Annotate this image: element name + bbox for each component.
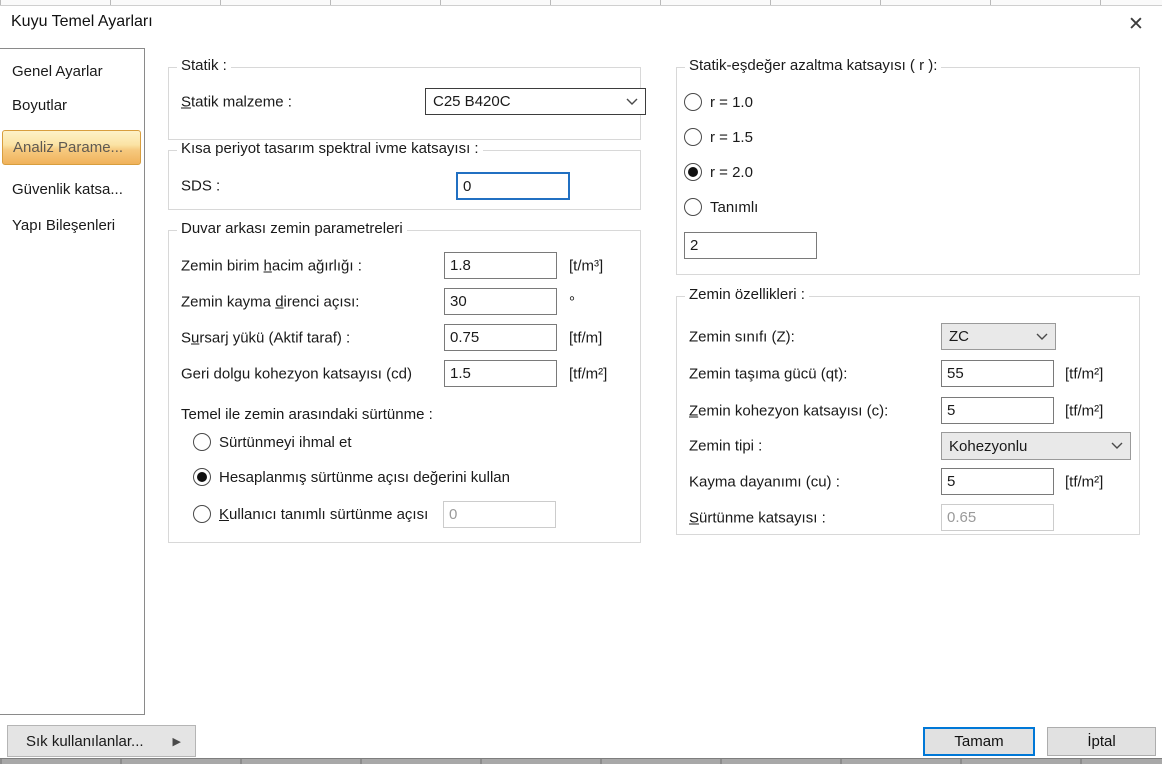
submenu-arrow-icon: ▶	[172, 735, 181, 748]
radio-kullanici-tanimli-surtunme[interactable]: Kullanıcı tanımlı sürtünme açısı	[193, 503, 428, 525]
radio-r-1-0[interactable]: r = 1.0	[684, 91, 753, 113]
dialog-title: Kuyu Temel Ayarları	[11, 13, 153, 30]
radio-hesaplanmis-surtunme[interactable]: Hesaplanmış sürtünme açısı değerini kull…	[193, 466, 510, 488]
sidebar-item-analiz-parametreleri[interactable]: Analiz Parame...	[2, 130, 141, 165]
sidebar-item-genel-ayarlar[interactable]: Genel Ayarlar	[2, 55, 141, 89]
radio-label: Hesaplanmış sürtünme açısı değerini kull…	[219, 468, 510, 486]
cancel-button-label: İptal	[1087, 733, 1116, 750]
radio-label: Tanımlı	[710, 198, 759, 216]
sursarj-yuku-unit: [tf/m]	[569, 329, 603, 346]
geri-dolgu-kohezyon-label: Geri dolgu kohezyon katsayısı (cd)	[181, 365, 412, 382]
kayma-direnci-acisi-label: Zemin kayma direnci açısı:	[181, 293, 360, 310]
kayma-dayanimi-label: Kayma dayanımı (cu) :	[689, 473, 840, 490]
group-zemin-legend: Zemin özellikleri :	[685, 286, 809, 303]
group-sds: Kısa periyot tasarım spektral ivme katsa…	[168, 140, 641, 210]
kayma-dayanimi-input[interactable]	[941, 468, 1054, 495]
statik-malzeme-value: C25 B420C	[433, 93, 511, 110]
zemin-birim-hacim-input[interactable]	[444, 252, 557, 279]
zemin-tipi-value: Kohezyonlu	[949, 437, 1028, 455]
zemin-tasima-gucu-unit: [tf/m²]	[1065, 365, 1104, 382]
geri-dolgu-kohezyon-input[interactable]	[444, 360, 557, 387]
ok-button-label: Tamam	[954, 733, 1004, 750]
group-r-katsayisi: Statik-eşdeğer azaltma katsayısı ( r ): …	[676, 57, 1140, 275]
chevron-down-icon	[1111, 442, 1123, 450]
ok-button[interactable]: Tamam	[923, 727, 1035, 756]
group-duvar-arkasi: Duvar arkası zemin parametreleri Zemin b…	[168, 220, 641, 543]
group-statik-legend: Statik :	[177, 57, 231, 74]
zemin-tipi-label: Zemin tipi :	[689, 437, 763, 454]
kayma-dayanimi-unit: [tf/m²]	[1065, 473, 1104, 490]
dialog-kuyu-temel-ayarlari: Kuyu Temel Ayarları ✕ Genel Ayarlar Boyu…	[0, 0, 1162, 764]
zemin-kohezyon-input[interactable]	[941, 397, 1054, 424]
zemin-tasima-gucu-label: Zemin taşıma gücü (qt):	[689, 365, 848, 382]
zemin-sinifi-value: ZC	[949, 328, 969, 345]
sursarj-yuku-label: Sursarj yükü (Aktif taraf) :	[181, 329, 351, 346]
radio-icon	[193, 505, 211, 523]
zemin-kohezyon-unit: [tf/m²]	[1065, 402, 1104, 419]
r-tanimli-input[interactable]	[684, 232, 817, 259]
zemin-sinifi-label: Zemin sınıfı (Z):	[689, 328, 795, 345]
chevron-down-icon	[1036, 333, 1048, 341]
sidebar: Genel Ayarlar Boyutlar Analiz Parame... …	[0, 48, 145, 715]
radio-icon	[684, 163, 702, 181]
sidebar-item-guvenlik-katsayilari[interactable]: Güvenlik katsa...	[2, 173, 141, 207]
sidebar-item-boyutlar[interactable]: Boyutlar	[2, 89, 141, 123]
radio-icon	[193, 468, 211, 486]
chevron-down-icon	[626, 98, 638, 106]
sds-input[interactable]	[456, 172, 570, 200]
sidebar-item-yapi-bilesenleri[interactable]: Yapı Bileşenleri	[2, 209, 141, 243]
favorites-button-label: Sık kullanılanlar...	[26, 732, 144, 750]
radio-r-2-0[interactable]: r = 2.0	[684, 161, 753, 183]
background-grid-top	[0, 0, 1162, 6]
group-r-legend: Statik-eşdeğer azaltma katsayısı ( r ):	[685, 57, 942, 74]
radio-label: r = 1.0	[710, 93, 753, 111]
group-sds-legend: Kısa periyot tasarım spektral ivme katsa…	[177, 140, 483, 157]
radio-icon	[684, 93, 702, 111]
radio-surtunmeyi-ihmal-et[interactable]: Sürtünmeyi ihmal et	[193, 431, 352, 453]
group-duvar-legend: Duvar arkası zemin parametreleri	[177, 220, 407, 237]
close-icon[interactable]: ✕	[1120, 8, 1152, 40]
zemin-tipi-select[interactable]: Kohezyonlu	[941, 432, 1131, 460]
kullanici-surtunme-input	[443, 501, 556, 528]
radio-icon	[684, 128, 702, 146]
radio-label: Kullanıcı tanımlı sürtünme açısı	[219, 505, 429, 523]
surtunme-katsayisi-label: Sürtünme katsayısı :	[689, 509, 826, 526]
group-zemin-ozellikleri: Zemin özellikleri : Zemin sınıfı (Z): ZC…	[676, 286, 1140, 535]
radio-label: r = 1.5	[710, 128, 753, 146]
radio-icon	[684, 198, 702, 216]
radio-label: r = 2.0	[710, 163, 753, 181]
radio-r-1-5[interactable]: r = 1.5	[684, 126, 753, 148]
zemin-sinifi-select[interactable]: ZC	[941, 323, 1056, 350]
surtunme-katsayisi-input	[941, 504, 1054, 531]
statik-malzeme-select[interactable]: C25 B420C	[425, 88, 646, 115]
geri-dolgu-kohezyon-unit: [tf/m²]	[569, 365, 608, 382]
zemin-kohezyon-label: Zemin kohezyon katsayısı (c):	[689, 402, 889, 419]
temel-surtunme-label: Temel ile zemin arasındaki sürtünme :	[181, 406, 433, 423]
zemin-birim-hacim-unit: [t/m³]	[569, 257, 604, 274]
background-grid-bottom	[0, 758, 1162, 764]
zemin-tasima-gucu-input[interactable]	[941, 360, 1054, 387]
sds-label: SDS :	[181, 177, 221, 194]
sursarj-yuku-input[interactable]	[444, 324, 557, 351]
cancel-button[interactable]: İptal	[1047, 727, 1156, 756]
radio-label: Sürtünmeyi ihmal et	[219, 433, 352, 451]
kayma-direnci-acisi-input[interactable]	[444, 288, 557, 315]
group-statik: Statik : Statik malzeme : C25 B420C	[168, 57, 646, 140]
radio-icon	[193, 433, 211, 451]
statik-malzeme-label: Statik malzeme :	[181, 93, 292, 110]
favorites-button[interactable]: Sık kullanılanlar... ▶	[7, 725, 196, 757]
radio-r-tanimli[interactable]: Tanımlı	[684, 196, 758, 218]
zemin-birim-hacim-label: Zemin birim hacim ağırlığı :	[181, 257, 362, 274]
kayma-direnci-acisi-unit: °	[569, 293, 575, 310]
